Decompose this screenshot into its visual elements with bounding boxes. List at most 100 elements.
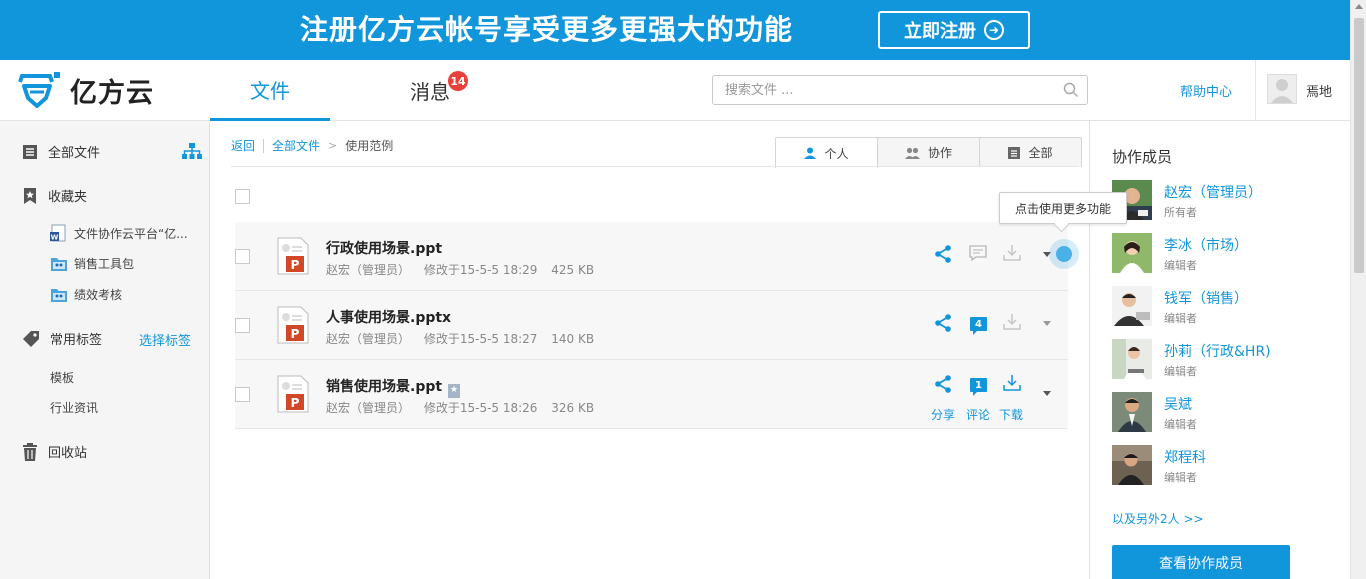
page-scrollbar[interactable] bbox=[1350, 0, 1366, 579]
sidebar-item-label: 全部文件 bbox=[48, 146, 101, 161]
file-list-panel: 返回 全部文件 > 使用范例 个人 协作 全部 P 行政使用场景.ppt 赵宏（… bbox=[211, 121, 1088, 579]
logo-text: 亿方云 bbox=[70, 77, 154, 109]
tab-messages[interactable]: 消息 bbox=[370, 60, 490, 121]
search-box bbox=[712, 75, 1088, 105]
sidebar-item-tags[interactable]: 常用标签 bbox=[22, 329, 102, 348]
more-actions-dropdown[interactable] bbox=[1043, 321, 1051, 326]
sidebar-item-fav-doc[interactable]: W 文件协作云平台“亿... bbox=[50, 224, 188, 242]
tag-industry-news[interactable]: 行业资讯 bbox=[50, 399, 98, 416]
tab-collaboration[interactable]: 协作 bbox=[877, 137, 980, 167]
comment-icon[interactable] bbox=[969, 244, 987, 262]
member-item[interactable]: 李冰（市场） 编辑者 bbox=[1112, 233, 1342, 273]
comment-count-badge[interactable]: 4 bbox=[970, 317, 987, 335]
list-icon bbox=[1008, 146, 1021, 159]
word-doc-icon: W bbox=[50, 224, 66, 242]
member-role: 编辑者 bbox=[1164, 259, 1197, 272]
tab-files[interactable]: 文件 bbox=[210, 60, 330, 121]
file-name[interactable]: 销售使用场景.ppt ★ bbox=[326, 376, 461, 398]
file-owner: 赵宏（管理员） bbox=[326, 332, 411, 346]
file-checkbox[interactable] bbox=[235, 387, 250, 402]
search-icon[interactable] bbox=[1063, 82, 1079, 98]
more-members-link[interactable]: 以及另外2人 >> bbox=[1112, 510, 1204, 527]
sidebar: 全部文件 收藏夹 W 文件协作云平台“亿... 销售工具包 绩效考核 常用标签 … bbox=[0, 121, 210, 579]
tabs-baseline bbox=[231, 166, 1079, 167]
member-name[interactable]: 钱军（销售） bbox=[1164, 288, 1248, 308]
file-row[interactable]: P 销售使用场景.ppt ★ 赵宏（管理员） 修改于15-5-5 18:26 32… bbox=[235, 360, 1068, 429]
member-name[interactable]: 吴斌 bbox=[1164, 394, 1192, 414]
search-input[interactable] bbox=[713, 76, 1043, 104]
hotspot-dot bbox=[1056, 246, 1072, 262]
tab-all[interactable]: 全部 bbox=[979, 137, 1082, 167]
sidebar-item-favorites[interactable]: 收藏夹 bbox=[22, 186, 87, 205]
file-checkbox[interactable] bbox=[235, 249, 250, 264]
person-icon bbox=[804, 147, 817, 159]
sidebar-item-sales-toolkit[interactable]: 销售工具包 bbox=[50, 255, 134, 272]
member-item[interactable]: 吴斌 编辑者 bbox=[1112, 392, 1342, 432]
file-name-text: 销售使用场景.ppt bbox=[326, 379, 443, 395]
tab-messages-label: 消息 bbox=[410, 80, 450, 104]
ppt-file-icon: P bbox=[277, 306, 309, 344]
register-now-button[interactable]: 立即注册 ➜ bbox=[878, 11, 1030, 49]
member-item[interactable]: 赵宏（管理员） 所有者 bbox=[1112, 180, 1342, 220]
file-row[interactable]: P 行政使用场景.ppt 赵宏（管理员） 修改于15-5-5 18:29 425… bbox=[235, 222, 1068, 291]
more-actions-dropdown[interactable] bbox=[1043, 391, 1051, 396]
member-avatar bbox=[1112, 233, 1152, 273]
member-name[interactable]: 孙莉（行政&HR) bbox=[1164, 341, 1271, 361]
comment-count-badge[interactable]: 1 bbox=[970, 378, 987, 396]
download-icon[interactable] bbox=[1003, 374, 1021, 392]
sidebar-item-performance[interactable]: 绩效考核 bbox=[50, 286, 122, 303]
back-link[interactable]: 返回 bbox=[231, 137, 255, 154]
member-name[interactable]: 郑程科 bbox=[1164, 447, 1206, 467]
share-label[interactable]: 分享 bbox=[931, 406, 955, 423]
member-role: 编辑者 bbox=[1164, 471, 1197, 484]
logo[interactable]: 亿方云 bbox=[16, 70, 154, 110]
sidebar-item-label: 绩效考核 bbox=[74, 288, 123, 302]
breadcrumb-current: 使用范例 bbox=[345, 139, 394, 153]
breadcrumb: 返回 全部文件 > 使用范例 bbox=[231, 137, 393, 154]
scrollbar-thumb[interactable] bbox=[1354, 18, 1364, 273]
sidebar-item-label: 文件协作云平台“亿... bbox=[74, 226, 188, 241]
header-divider bbox=[1255, 60, 1256, 120]
org-tree-icon[interactable] bbox=[182, 143, 202, 159]
download-icon[interactable] bbox=[1003, 313, 1021, 331]
bookmark-star-icon bbox=[24, 187, 36, 204]
tab-personal[interactable]: 个人 bbox=[775, 137, 878, 168]
member-item[interactable]: 钱军（销售） 编辑者 bbox=[1112, 286, 1342, 326]
member-item[interactable]: 郑程科 编辑者 bbox=[1112, 445, 1342, 485]
file-size: 326 KB bbox=[551, 401, 595, 415]
member-name[interactable]: 李冰（市场） bbox=[1164, 235, 1248, 255]
user-avatar[interactable] bbox=[1267, 74, 1297, 104]
file-name[interactable]: 行政使用场景.ppt bbox=[326, 238, 442, 258]
share-icon[interactable] bbox=[933, 374, 953, 394]
more-features-hotspot[interactable] bbox=[1049, 239, 1079, 269]
scroll-up-arrow-icon[interactable] bbox=[1355, 4, 1363, 9]
tag-template[interactable]: 模板 bbox=[50, 369, 74, 386]
share-icon[interactable] bbox=[933, 244, 953, 264]
tab-personal-label: 个人 bbox=[824, 146, 849, 161]
member-item[interactable]: 孙莉（行政&HR) 编辑者 bbox=[1112, 339, 1342, 379]
member-avatar bbox=[1112, 445, 1152, 485]
svg-text:P: P bbox=[291, 258, 300, 272]
file-meta: 赵宏（管理员） 修改于15-5-5 18:29 425 KB bbox=[326, 261, 604, 278]
sidebar-item-recycle[interactable]: 回收站 bbox=[22, 442, 87, 461]
select-tags-link[interactable]: 选择标签 bbox=[139, 330, 191, 349]
select-all-checkbox[interactable] bbox=[235, 189, 250, 204]
sidebar-item-all-files[interactable]: 全部文件 bbox=[22, 142, 100, 161]
tag-icon bbox=[23, 330, 39, 347]
download-label[interactable]: 下载 bbox=[999, 406, 1023, 423]
member-name[interactable]: 赵宏（管理员） bbox=[1164, 182, 1262, 202]
breadcrumb-all-files[interactable]: 全部文件 bbox=[272, 137, 320, 154]
share-icon[interactable] bbox=[933, 313, 953, 333]
file-name[interactable]: 人事使用场景.pptx bbox=[326, 307, 451, 327]
file-meta: 赵宏（管理员） 修改于15-5-5 18:27 140 KB bbox=[326, 330, 604, 347]
download-icon[interactable] bbox=[1003, 244, 1021, 262]
file-row[interactable]: P 人事使用场景.pptx 赵宏（管理员） 修改于15-5-5 18:27 14… bbox=[235, 291, 1068, 360]
comment-label[interactable]: 评论 bbox=[966, 406, 990, 423]
sidebar-item-label: 销售工具包 bbox=[74, 257, 135, 271]
file-checkbox[interactable] bbox=[235, 318, 250, 333]
view-collaborators-button[interactable]: 查看协作成员 bbox=[1112, 545, 1290, 579]
help-center-link[interactable]: 帮助中心 bbox=[1180, 81, 1232, 100]
file-owner: 赵宏（管理员） bbox=[326, 263, 411, 277]
logo-cloud-icon bbox=[18, 72, 60, 108]
user-name[interactable]: 焉地 bbox=[1306, 81, 1332, 100]
